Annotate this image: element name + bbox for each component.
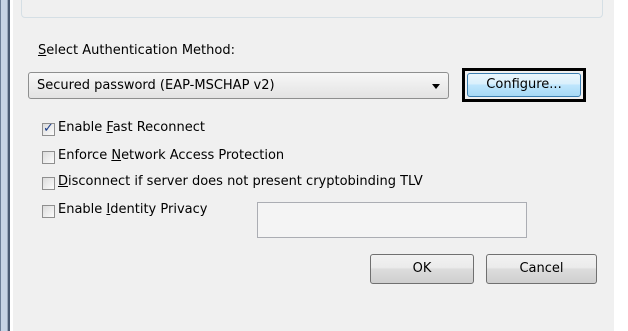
fast-reconnect-label-pre: Enable xyxy=(58,120,107,135)
window-frame-left xyxy=(0,0,13,331)
nap-checkbox[interactable] xyxy=(42,151,55,164)
auth-method-selected: Secured password (EAP-MSCHAP v2) xyxy=(37,78,275,93)
nap-label-post: etwork Access Protection xyxy=(121,148,285,163)
nap-hotkey: N xyxy=(111,148,122,163)
window-frame-line xyxy=(8,0,10,331)
chevron-down-icon[interactable] xyxy=(432,84,440,89)
configure-button[interactable]: Configure... xyxy=(467,73,581,97)
cancel-button[interactable]: Cancel xyxy=(486,254,597,284)
cryptobinding-label[interactable]: Disconnect if server does not present cr… xyxy=(58,174,423,189)
top-groupbox xyxy=(21,0,603,18)
auth-method-label-text: elect Authentication Method: xyxy=(46,43,235,58)
fast-reconnect-checkbox[interactable]: ✓ xyxy=(42,121,55,136)
identity-input[interactable] xyxy=(257,202,527,238)
fast-reconnect-label-post: ast Reconnect xyxy=(112,120,205,135)
cryptobinding-checkbox[interactable] xyxy=(42,177,55,190)
cryptobinding-label-post: isconnect if server does not present cry… xyxy=(68,174,423,189)
identity-privacy-label-pre: Enable xyxy=(58,202,107,217)
ok-button[interactable]: OK xyxy=(370,254,474,284)
fast-reconnect-label[interactable]: Enable Fast Reconnect xyxy=(58,120,205,135)
checkmark-icon: ✓ xyxy=(43,121,54,136)
identity-privacy-checkbox[interactable] xyxy=(42,205,55,218)
cryptobinding-hotkey: D xyxy=(58,174,69,189)
nap-label[interactable]: Enforce Network Access Protection xyxy=(58,148,284,163)
identity-privacy-label[interactable]: Enable Identity Privacy xyxy=(58,202,207,217)
auth-method-label: Select Authentication Method: xyxy=(38,43,235,58)
identity-privacy-label-post: dentity Privacy xyxy=(110,202,208,217)
nap-label-pre: Enforce xyxy=(58,148,112,163)
auth-method-select[interactable]: Secured password (EAP-MSCHAP v2) xyxy=(28,72,449,99)
